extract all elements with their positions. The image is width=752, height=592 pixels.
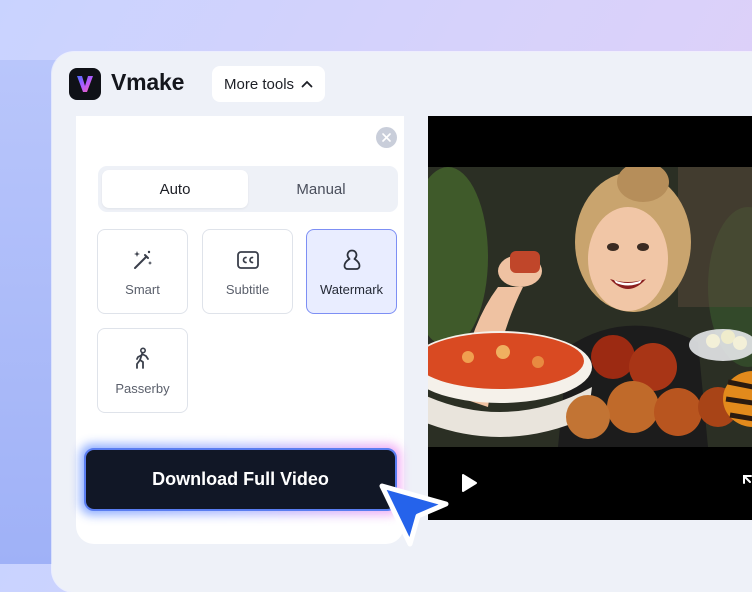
tool-label-subtitle: Subtitle — [225, 281, 270, 297]
video-player[interactable] — [428, 116, 752, 520]
more-tools-button[interactable]: More tools — [212, 66, 326, 102]
magic-wand-icon — [130, 247, 156, 273]
mode-tabs: Auto Manual — [98, 166, 398, 212]
tool-label-smart: Smart — [125, 281, 160, 297]
fullscreen-icon[interactable] — [742, 474, 752, 490]
tab-manual[interactable]: Manual — [248, 170, 394, 208]
tool-panel: Auto Manual Smart Subtitle Watermark Pas… — [76, 116, 404, 544]
chevron-up-icon — [301, 80, 313, 88]
tool-card-subtitle[interactable]: Subtitle — [202, 229, 293, 314]
app-name: Vmake — [111, 69, 185, 95]
more-tools-label: More tools — [224, 75, 295, 93]
tool-label-passerby: Passerby — [115, 380, 170, 396]
header: Vmake More tools — [52, 52, 752, 116]
watermark-icon — [339, 247, 365, 273]
close-icon — [382, 133, 391, 142]
play-icon[interactable] — [460, 473, 478, 493]
close-button[interactable] — [376, 127, 397, 148]
video-frame — [428, 167, 752, 447]
cc-icon — [235, 247, 261, 273]
walking-person-icon — [130, 346, 156, 372]
vmake-logo-icon — [69, 68, 101, 100]
download-full-video-button[interactable]: Download Full Video — [84, 448, 397, 511]
background-gradient — [0, 60, 60, 564]
mouse-cursor-icon — [379, 483, 449, 547]
tool-card-smart[interactable]: Smart — [97, 229, 188, 314]
video-thumbnail — [428, 167, 752, 447]
tab-auto[interactable]: Auto — [102, 170, 248, 208]
tool-label-watermark: Watermark — [319, 281, 384, 297]
tool-card-watermark[interactable]: Watermark — [306, 229, 397, 314]
tool-card-passerby[interactable]: Passerby — [97, 328, 188, 413]
